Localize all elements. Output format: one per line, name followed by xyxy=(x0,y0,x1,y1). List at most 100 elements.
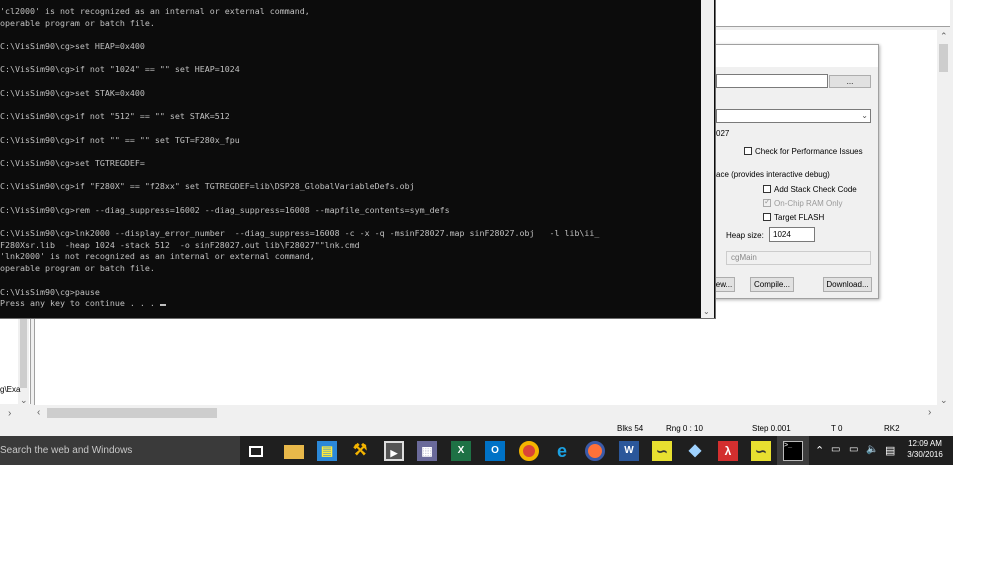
code-gen-dialog: ... ⌄ 027 Check for Performance Issues a… xyxy=(712,44,879,299)
status-bar: Blks 54 Rng 0 : 10 Step 0.001 T 0 RK2 xyxy=(0,421,953,436)
console-cursor xyxy=(159,304,166,307)
status-range: Rng 0 : 10 xyxy=(666,424,703,433)
console-line: 'cl2000' is not recognized as an interna… xyxy=(0,6,310,16)
chevron-down-icon: ⌄ xyxy=(861,111,868,120)
app-right-edge xyxy=(950,0,953,436)
console-scrollbar[interactable]: ⌄ xyxy=(701,0,714,318)
clock-time: 12:09 AM xyxy=(908,439,942,448)
heap-size-input[interactable]: 1024 xyxy=(769,227,815,242)
target-flash-label: Target FLASH xyxy=(774,213,825,222)
status-step: Step 0.001 xyxy=(752,424,791,433)
vissim-app-icon[interactable]: ∽ xyxy=(751,441,771,461)
interactive-debug-label: ace (provides interactive debug) xyxy=(716,170,830,179)
download-button[interactable]: Download... xyxy=(823,277,872,292)
taskbar-search-box[interactable]: Search the web and Windows xyxy=(0,436,240,465)
console-line: operable program or batch file. xyxy=(0,263,155,274)
command-prompt-window[interactable]: 'cl2000' is not recognized as an interna… xyxy=(0,0,716,319)
onchip-ram-label: On-Chip RAM Only xyxy=(774,199,843,208)
console-output: 'cl2000' is not recognized as an interna… xyxy=(0,6,701,310)
tree-scrollbar-thumb[interactable] xyxy=(20,318,27,388)
console-line: F280Xsr.lib -heap 1024 -stack 512 -o sin… xyxy=(0,239,360,250)
command-prompt-icon[interactable]: >_ xyxy=(783,441,803,461)
acrobat-icon[interactable]: λ xyxy=(718,441,738,461)
target-select[interactable]: ⌄ xyxy=(716,109,871,123)
stack-check-checkbox[interactable] xyxy=(763,185,771,193)
console-line: C:\VisSim90\cg>lnk2000 --display_error_n… xyxy=(0,228,600,239)
tree-item-label: g\Exa xyxy=(0,385,21,394)
scroll-left-icon[interactable]: ‹ xyxy=(37,408,40,418)
tree-scroll-right-icon[interactable]: › xyxy=(8,409,11,419)
entry-point-input[interactable]: cgMain xyxy=(726,251,871,265)
workspace-vertical-scrollbar[interactable] xyxy=(937,30,950,405)
media-player-icon[interactable]: ▶ xyxy=(384,441,404,461)
preview-button[interactable]: ew... xyxy=(713,277,735,292)
battery-icon[interactable]: ▭ xyxy=(849,444,858,455)
clock-date: 3/30/2016 xyxy=(907,450,943,459)
perf-issues-checkbox[interactable] xyxy=(744,147,752,155)
tray-chevron-up-icon[interactable]: ⌃ xyxy=(815,444,824,457)
volume-icon[interactable]: 🔈 xyxy=(866,444,878,455)
tree-scroll-down-icon[interactable]: ⌄ xyxy=(20,396,28,405)
stack-check-label: Add Stack Check Code xyxy=(774,185,857,194)
console-line: C:\VisSim90\cg>set HEAP=0x400 xyxy=(0,41,145,52)
status-time: T 0 xyxy=(831,424,843,433)
vissim-icon[interactable]: ∽ xyxy=(652,441,672,461)
target-label: 027 xyxy=(716,129,730,138)
status-blocks: Blks 54 xyxy=(617,424,644,433)
compile-button[interactable]: Compile... xyxy=(750,277,794,292)
store-icon[interactable]: ▤ xyxy=(317,441,337,461)
console-line: C:\VisSim90\cg>set TGTREGDEF= xyxy=(0,157,145,168)
app-toolbar-area xyxy=(715,0,952,27)
output-dir-input[interactable] xyxy=(716,74,828,88)
calculator-icon[interactable]: ▦ xyxy=(417,441,437,461)
paint-icon[interactable]: ◆ xyxy=(685,441,705,461)
scroll-right-icon[interactable]: › xyxy=(928,408,931,418)
word-icon[interactable]: W xyxy=(619,441,639,461)
task-view-icon[interactable] xyxy=(249,446,263,457)
taskbar-clock[interactable]: 12:09 AM 3/30/2016 xyxy=(900,438,950,460)
perf-issues-label: Check for Performance Issues xyxy=(755,147,863,156)
firefox-icon[interactable] xyxy=(585,441,605,461)
browse-button[interactable]: ... xyxy=(829,75,871,88)
workspace-hscroll-thumb[interactable] xyxy=(47,408,217,418)
status-solver: RK2 xyxy=(884,424,900,433)
console-scroll-down-icon[interactable]: ⌄ xyxy=(703,307,710,316)
console-line: C:\VisSim90\cg>if "F280X" == "f28xx" set… xyxy=(0,181,415,192)
console-line: C:\VisSim90\cg>pause xyxy=(0,286,100,297)
search-placeholder: Search the web and Windows xyxy=(0,445,133,456)
console-line: Press any key to continue . . . xyxy=(0,298,701,310)
check-icon: ✓ xyxy=(764,197,771,206)
chrome-icon[interactable] xyxy=(519,441,539,461)
console-line: C:\VisSim90\cg>set STAK=0x400 xyxy=(0,87,145,98)
outlook-icon[interactable]: O xyxy=(485,441,505,461)
scroll-up-icon[interactable]: ⌃ xyxy=(940,32,948,41)
console-line: C:\VisSim90\cg>if not "1024" == "" set H… xyxy=(0,64,240,75)
notification-icon[interactable]: ▤ xyxy=(885,444,895,457)
file-explorer-icon[interactable] xyxy=(284,445,304,459)
heap-size-label: Heap size: xyxy=(726,231,764,240)
console-line: C:\VisSim90\cg>if not "512" == "" set ST… xyxy=(0,111,230,122)
tools-icon[interactable]: ⚒ xyxy=(350,441,370,461)
workspace-vscroll-thumb[interactable] xyxy=(939,44,948,72)
network-icon[interactable]: ▭ xyxy=(831,444,840,455)
console-line: C:\VisSim90\cg>if not "" == "" set TGT=F… xyxy=(0,134,240,145)
dialog-titlebar xyxy=(713,45,878,67)
console-line: C:\VisSim90\cg>rem --diag_suppress=16002… xyxy=(0,204,450,215)
console-line: 'lnk2000' is not recognized as an intern… xyxy=(0,251,315,262)
excel-icon[interactable]: X xyxy=(451,441,471,461)
internet-explorer-icon[interactable]: e xyxy=(552,441,572,461)
console-line: operable program or batch file. xyxy=(0,17,155,28)
scroll-down-icon[interactable]: ⌄ xyxy=(940,396,948,405)
onchip-ram-checkbox[interactable]: ✓ xyxy=(763,197,771,207)
target-flash-checkbox[interactable] xyxy=(763,213,771,221)
